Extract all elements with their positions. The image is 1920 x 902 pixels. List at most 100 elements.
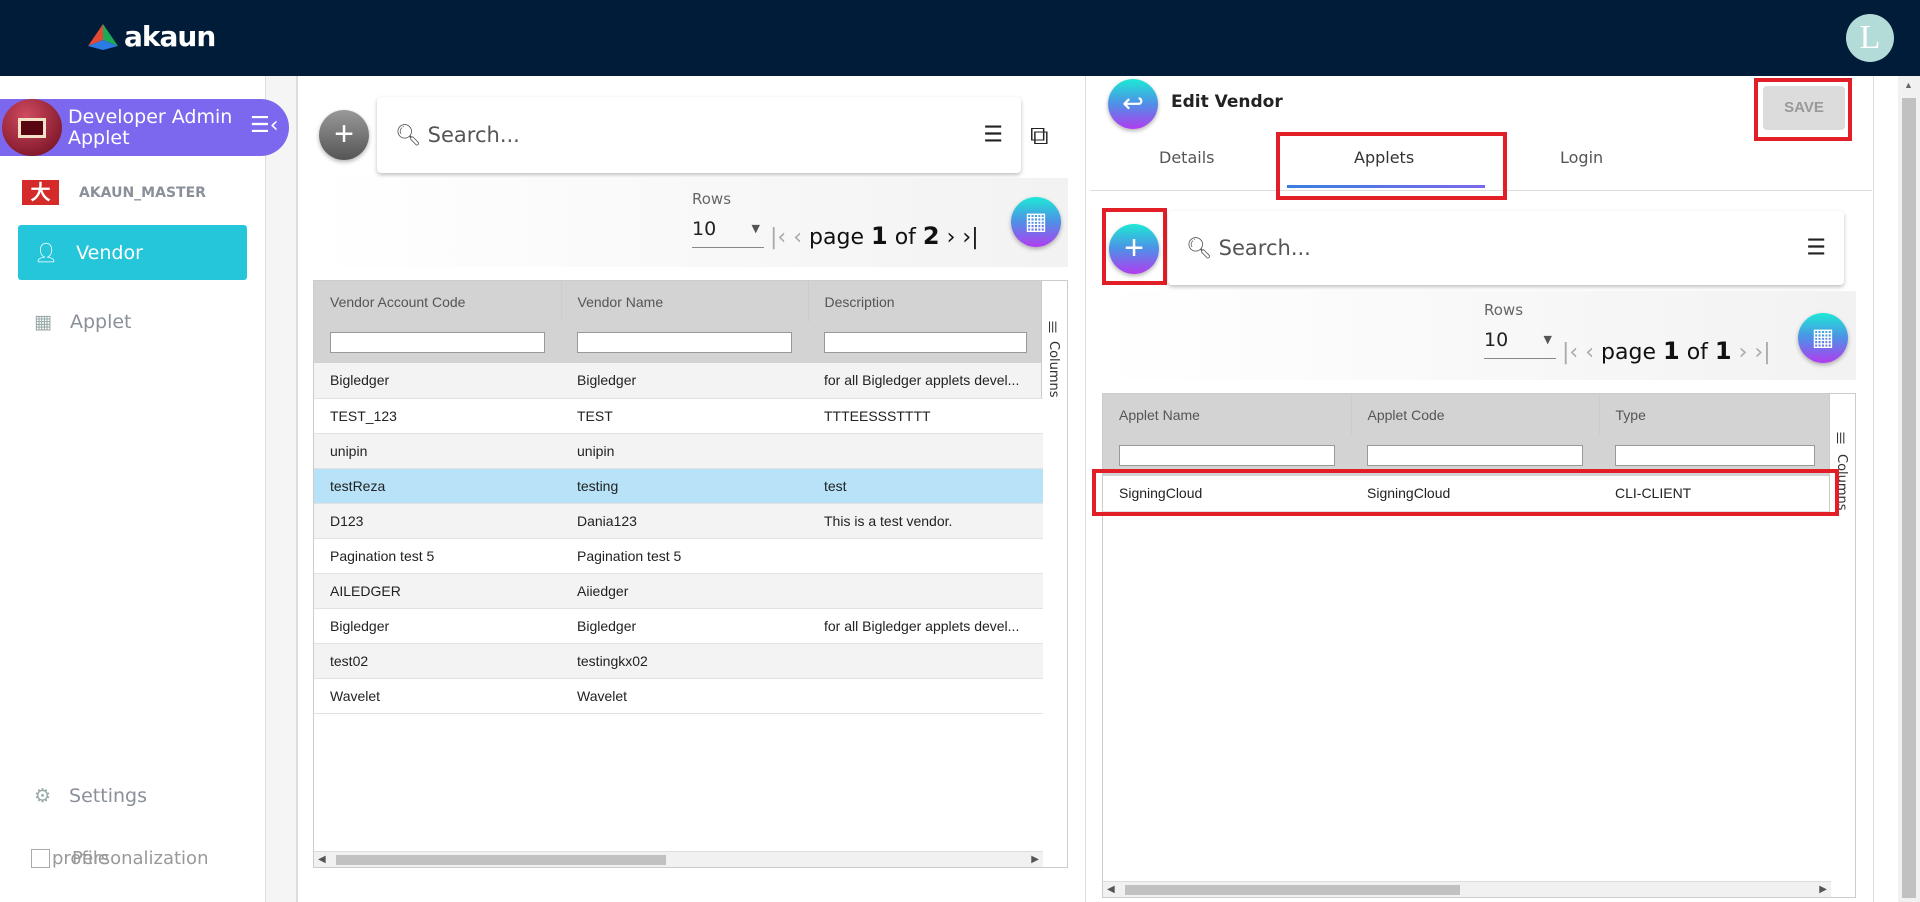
col-header[interactable]: Applet Name (1103, 394, 1352, 435)
horizontal-scrollbar[interactable]: ◀ ▶ (314, 851, 1043, 867)
table-cell: unipin (561, 433, 808, 469)
gear-icon: ⚙ (34, 784, 52, 807)
total-pages: 1 (1714, 337, 1732, 365)
sidebar-item-applet[interactable]: ▦ Applet (18, 294, 247, 349)
col-header[interactable]: Type (1599, 394, 1832, 435)
table-cell: TEST_123 (314, 398, 561, 434)
first-page-icon[interactable]: |‹ (770, 225, 786, 250)
first-page-icon[interactable]: |‹ (1562, 340, 1578, 365)
rows-value: 10 (692, 218, 717, 240)
search-input[interactable]: Search... (1219, 236, 1311, 260)
table-row[interactable]: test02 testingkx02 (314, 643, 1043, 679)
sidebar-item-label: Vendor (76, 241, 143, 264)
table-cell (808, 433, 1043, 469)
org-switcher[interactable]: 大 AKAUN_MASTER (22, 180, 206, 205)
table-cell: Aiiedger (561, 573, 808, 609)
table-row[interactable]: Bigledger Bigledger for all Bigledger appl… (314, 363, 1043, 399)
page-word: page (1601, 340, 1656, 365)
applet-banner: Developer Admin Applet ☰‹ (0, 99, 289, 156)
filter-input[interactable] (1367, 445, 1583, 466)
page-nav: |‹ ‹ page 1 of 1 › ›| (1562, 337, 1771, 365)
table-row[interactable]: unipin unipin (314, 433, 1043, 469)
akaun-logo[interactable]: akaun (88, 20, 216, 53)
sidebar-item-label: Applet (69, 310, 132, 333)
table-cell: Bigledger (561, 608, 808, 644)
current-page: 1 (870, 222, 888, 250)
sidebar-item-label: Settings (69, 784, 147, 807)
filter-icon[interactable]: ☰ (1806, 236, 1826, 261)
table-cell (808, 573, 1043, 609)
prev-page-icon[interactable]: ‹ (1585, 340, 1594, 365)
col-header[interactable]: Applet Code (1351, 394, 1600, 435)
filter-icon[interactable]: ☰ (983, 123, 1003, 148)
columns-icon: ||| (1836, 430, 1846, 444)
table-cell: testReza (314, 468, 561, 504)
table-cell: test (808, 468, 1043, 504)
user-avatar[interactable]: L (1846, 14, 1894, 62)
applet-pager: Rows 10 ▼ |‹ ‹ page 1 of 1 › ›| ▦ (1102, 291, 1856, 380)
table-cell: Pagination test 5 (314, 538, 561, 574)
table-cell: Bigledger (561, 363, 808, 399)
org-name: AKAUN_MASTER (79, 184, 206, 201)
filter-input[interactable] (824, 332, 1027, 353)
col-header[interactable]: Description (808, 281, 1044, 322)
table-cell: Wavelet (314, 678, 561, 714)
table-cell: testingkx02 (561, 643, 808, 679)
vendor-search-box[interactable]: 🔍︎ Search... ☰ (377, 97, 1021, 173)
col-header[interactable]: Vendor Account Code (314, 281, 562, 322)
search-input[interactable]: Search... (428, 123, 520, 147)
grid-view-button[interactable]: ▦ (1011, 197, 1061, 247)
table-cell: Dania123 (561, 503, 808, 539)
filter-input[interactable] (1615, 445, 1815, 466)
next-page-icon[interactable]: › (1739, 340, 1748, 365)
highlight-box (1102, 208, 1167, 285)
horizontal-scrollbar[interactable]: ◀ ▶ (1103, 881, 1831, 897)
tab-details[interactable]: Details (1159, 148, 1214, 167)
tab-login[interactable]: Login (1560, 148, 1603, 167)
table-cell: TTTEESSSTTTT (808, 398, 1043, 434)
table-cell: D123 (314, 503, 561, 539)
col-header[interactable]: Vendor Name (561, 281, 809, 322)
applet-search-box[interactable]: 🔍︎ Search... ☰ (1168, 211, 1844, 285)
current-page: 1 (1662, 337, 1680, 365)
prev-page-icon[interactable]: ‹ (793, 225, 802, 250)
rows-label: Rows (692, 190, 732, 208)
grid-view-button[interactable]: ▦ (1798, 313, 1848, 363)
table-row[interactable]: D123 Dania123 This is a test vendor. (314, 503, 1043, 539)
filter-input[interactable] (330, 332, 545, 353)
akaun-triangle-icon (88, 23, 118, 50)
columns-panel-toggle[interactable]: ||| Columns (1041, 281, 1067, 398)
back-button[interactable]: ↩ (1108, 79, 1158, 129)
table-cell: unipin (314, 433, 561, 469)
table-cell: Bigledger (314, 608, 561, 644)
table-cell: Bigledger (314, 363, 561, 399)
scroll-up-icon[interactable]: ▲ (1904, 80, 1913, 90)
sidebar-item-vendor[interactable]: 👤︎ Vendor (18, 225, 247, 280)
collapse-menu-icon[interactable]: ☰‹ (250, 115, 279, 137)
rows-select[interactable]: 10 ▼ (1484, 329, 1556, 359)
highlight-box (1754, 78, 1852, 141)
add-vendor-button[interactable]: + (319, 110, 369, 160)
table-row[interactable]: Pagination test 5 Pagination test 5 (314, 538, 1043, 574)
last-page-icon[interactable]: ›| (962, 225, 978, 250)
sidebar-item-settings[interactable]: ⚙ Settings (18, 768, 247, 823)
page-scrollbar[interactable]: ▲ (1898, 76, 1920, 902)
checkbox[interactable] (31, 849, 50, 868)
table-cell: AILEDGER (314, 573, 561, 609)
last-page-icon[interactable]: ›| (1754, 340, 1770, 365)
table-row[interactable]: Wavelet Wavelet (314, 678, 1043, 714)
table-row[interactable]: Bigledger Bigledger for all Bigledger appl… (314, 608, 1043, 644)
rows-value: 10 (1484, 329, 1509, 351)
filter-input[interactable] (577, 332, 792, 353)
next-page-icon[interactable]: › (947, 225, 956, 250)
page-title: Edit Vendor (1171, 92, 1283, 112)
personalization-item[interactable]: profile Personalization (31, 848, 208, 869)
rows-select[interactable]: 10 ▼ (692, 218, 764, 248)
table-row[interactable]: testReza testing test (314, 468, 1043, 504)
filter-input[interactable] (1119, 445, 1335, 466)
table-row[interactable]: TEST_123 TEST TTTEESSSTTTT (314, 398, 1043, 434)
table-row[interactable]: AILEDGER Aiiedger (314, 573, 1043, 609)
table-cell (808, 678, 1043, 714)
total-pages: 2 (922, 222, 940, 250)
copy-icon[interactable]: ⧉ (1030, 120, 1049, 152)
